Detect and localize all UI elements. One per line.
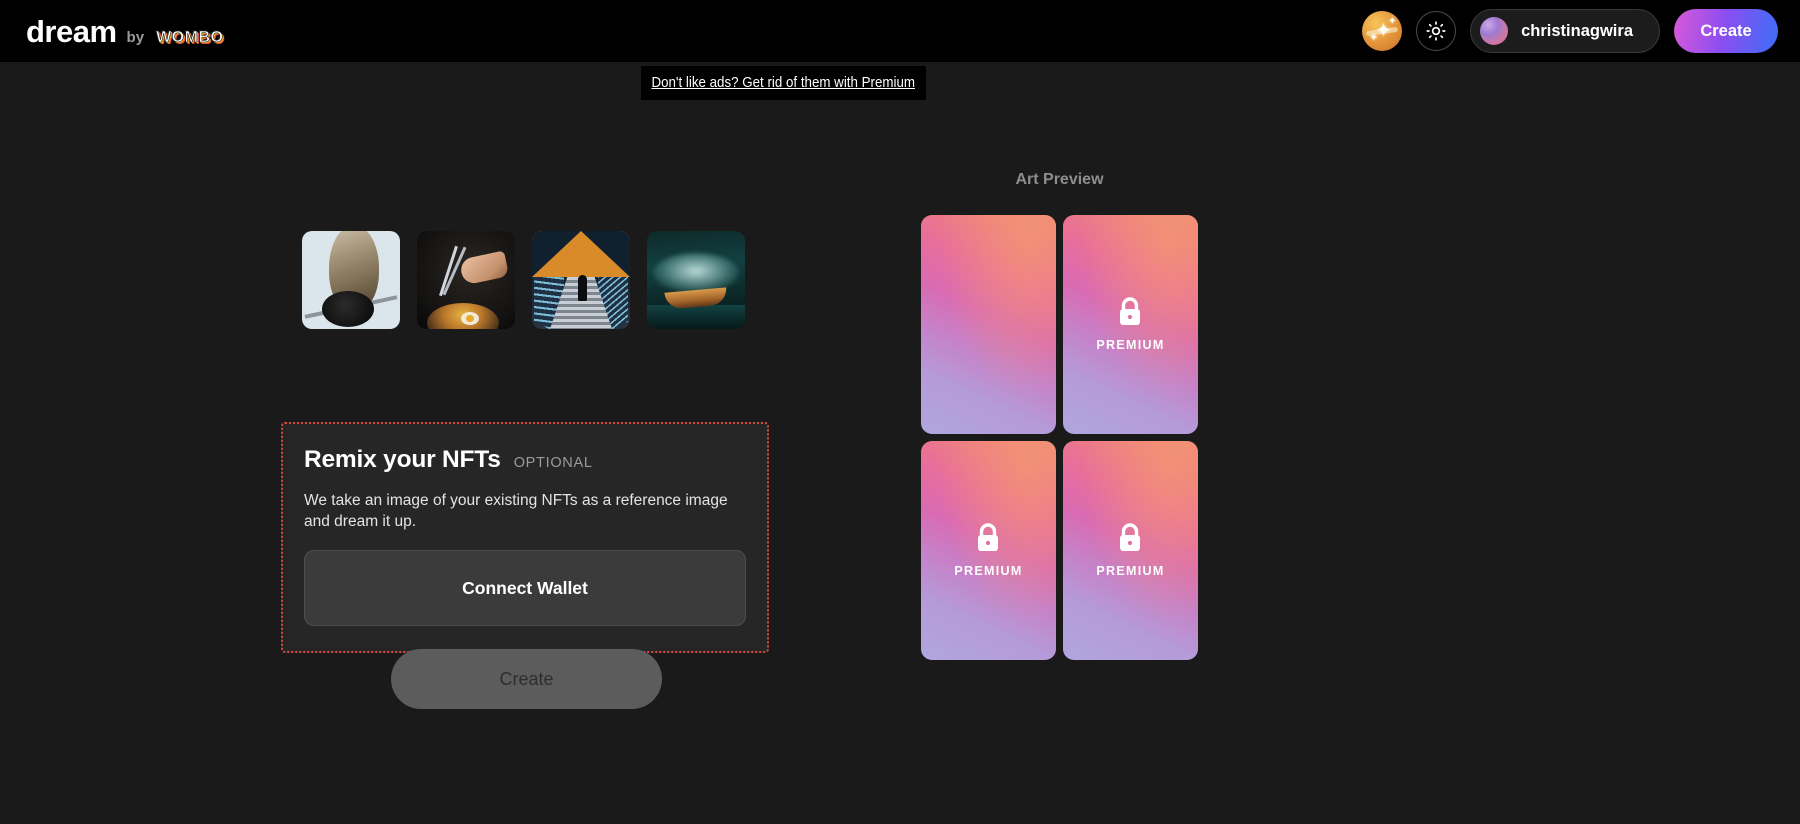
lock-icon bbox=[1120, 523, 1141, 551]
thumbnail-boat-in-mist[interactable] bbox=[647, 231, 745, 329]
connect-wallet-button[interactable]: Connect Wallet bbox=[304, 550, 746, 627]
remix-nft-card: Remix your NFTs OPTIONAL We take an imag… bbox=[281, 422, 769, 654]
premium-lock-badge: PREMIUM bbox=[1096, 297, 1164, 352]
thumbnail-hand-with-chopsticks[interactable] bbox=[417, 231, 515, 329]
lock-icon bbox=[978, 523, 999, 551]
art-preview-grid: PREMIUM PREMIUM PREMIUM bbox=[921, 215, 1198, 660]
brand-logo[interactable]: dream by WOMBO bbox=[26, 16, 225, 47]
create-button[interactable]: Create bbox=[391, 649, 662, 709]
logo-by-text: by bbox=[126, 28, 145, 46]
remix-nft-description: We take an image of your existing NFTs a… bbox=[304, 492, 728, 530]
logo-dream-text: dream bbox=[26, 13, 117, 49]
avatar bbox=[1480, 17, 1509, 45]
premium-lock-badge: PREMIUM bbox=[954, 523, 1022, 578]
premium-label: PREMIUM bbox=[954, 564, 1023, 578]
app-header: dream by WOMBO ✦ ✦ ✦ christinagwira Crea… bbox=[0, 0, 1800, 62]
sparkle-coin-icon[interactable]: ✦ ✦ ✦ bbox=[1362, 11, 1403, 51]
remix-nft-optional-tag: OPTIONAL bbox=[513, 455, 593, 471]
logo-wombo-text: WOMBO bbox=[156, 28, 224, 46]
thumbnail-escalator-corridor[interactable] bbox=[532, 231, 630, 329]
escalator-ceiling-shape bbox=[532, 231, 630, 277]
username-label: christinagwira bbox=[1521, 21, 1633, 40]
prompt-builder-column: Remix your NFTs OPTIONAL We take an imag… bbox=[281, 231, 771, 709]
remix-nft-title-row: Remix your NFTs OPTIONAL bbox=[304, 446, 746, 474]
style-thumbnail-row bbox=[302, 231, 771, 329]
water-shape bbox=[647, 305, 745, 329]
owl-foreground-shape bbox=[322, 291, 374, 327]
thumbnail-owl-on-perch[interactable] bbox=[302, 231, 400, 329]
header-create-button[interactable]: Create bbox=[1674, 9, 1778, 53]
premium-label: PREMIUM bbox=[1096, 338, 1165, 352]
sparkle-glyph-tiny: ✦ bbox=[1388, 16, 1397, 27]
main-stage: Remix your NFTs OPTIONAL We take an imag… bbox=[0, 62, 1800, 824]
remix-nft-title: Remix your NFTs bbox=[304, 446, 501, 473]
sun-brightness-icon bbox=[1426, 21, 1446, 41]
premium-label: PREMIUM bbox=[1096, 564, 1165, 578]
egg-shape bbox=[461, 312, 479, 325]
art-preview-heading: Art Preview bbox=[1015, 171, 1104, 188]
hand-shape bbox=[458, 250, 510, 286]
header-actions: ✦ ✦ ✦ christinagwira Create bbox=[1362, 9, 1778, 53]
ad-banner[interactable]: Don't like ads? Get rid of them with Pre… bbox=[641, 66, 926, 100]
art-preview-card-4[interactable]: PREMIUM bbox=[1063, 441, 1198, 660]
theme-toggle-button[interactable] bbox=[1416, 11, 1457, 51]
premium-lock-badge: PREMIUM bbox=[1096, 523, 1164, 578]
art-preview-panel: Art Preview PREMIUM PREMIUM PREMIUM bbox=[921, 171, 1198, 660]
user-account-button[interactable]: christinagwira bbox=[1470, 9, 1660, 53]
art-preview-card-1[interactable] bbox=[921, 215, 1056, 434]
ad-banner-link[interactable]: Don't like ads? Get rid of them with Pre… bbox=[652, 75, 916, 91]
sparkle-glyph-small: ✦ bbox=[1369, 32, 1379, 44]
art-preview-card-2[interactable]: PREMIUM bbox=[1063, 215, 1198, 434]
art-preview-card-3[interactable]: PREMIUM bbox=[921, 441, 1056, 660]
lock-icon bbox=[1120, 297, 1141, 325]
escalator-figure-shape bbox=[578, 275, 587, 301]
